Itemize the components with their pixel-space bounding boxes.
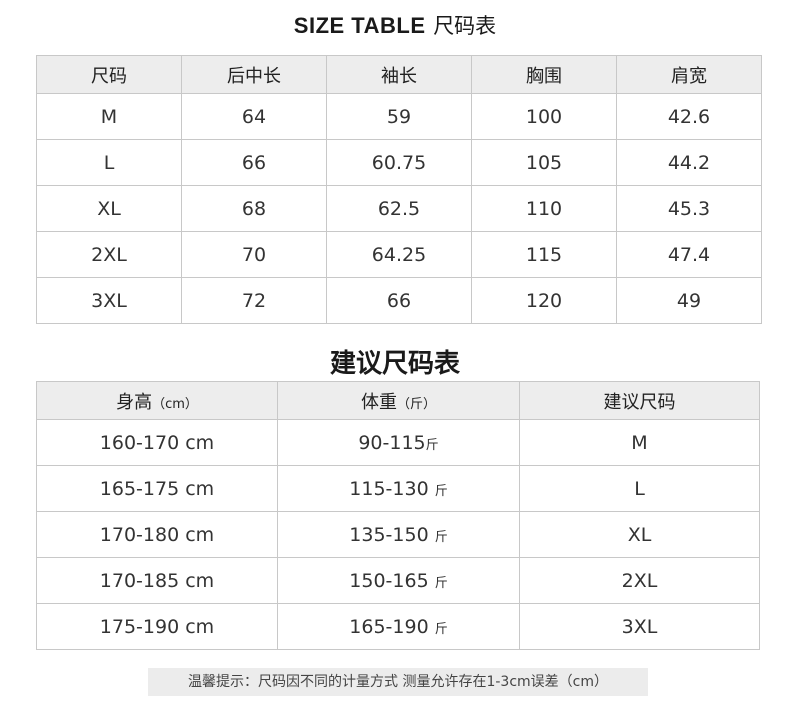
table-row: 160-170 cm 90-115斤 M (36, 419, 760, 466)
cell-back-length: 72 (181, 277, 327, 324)
cell-weight-range: 150-165 (349, 569, 435, 592)
cell-height: 175-190 cm (36, 603, 278, 650)
header-weight-unit: （斤） (396, 396, 436, 412)
cell-suggested-size: M (519, 419, 760, 466)
table-row: 175-190 cm 165-190 斤 3XL (36, 603, 760, 650)
header-size: 尺码 (36, 55, 182, 94)
cell-sleeve-length: 60.75 (326, 139, 472, 186)
header-sleeve-length: 袖长 (326, 55, 472, 94)
cell-weight-unit: 斤 (434, 621, 448, 637)
cell-weight: 135-150 斤 (277, 511, 520, 558)
cell-shoulder: 47.4 (616, 231, 762, 278)
cell-weight-unit: 斤 (434, 529, 448, 545)
table-row: M 64 59 100 42.6 (36, 93, 762, 140)
cell-back-length: 68 (181, 185, 327, 232)
cell-back-length: 64 (181, 93, 327, 140)
header-height-label: 身高 (116, 391, 153, 413)
header-suggested-size: 建议尺码 (519, 381, 760, 420)
table-row: 170-180 cm 135-150 斤 XL (36, 511, 760, 558)
cell-weight: 150-165 斤 (277, 557, 520, 604)
cell-back-length: 66 (181, 139, 327, 186)
size-table-title-en: SIZE TABLE (293, 13, 426, 38)
table-row: L 66 60.75 105 44.2 (36, 139, 762, 186)
suggest-table-header-row: 身高（cm） 体重（斤） 建议尺码 (36, 381, 760, 420)
cell-size: 2XL (36, 231, 182, 278)
cell-height: 170-185 cm (36, 557, 278, 604)
size-table-header-row: 尺码 后中长 袖长 胸围 肩宽 (36, 55, 762, 94)
cell-size: XL (36, 185, 182, 232)
cell-suggested-size: 3XL (519, 603, 760, 650)
header-height: 身高（cm） (36, 381, 278, 420)
measurement-tip-note: 温馨提示：尺码因不同的计量方式 测量允许存在1-3cm误差（cm） (148, 668, 648, 696)
header-shoulder: 肩宽 (616, 55, 762, 94)
cell-weight-range: 135-150 (349, 523, 435, 546)
cell-chest: 110 (471, 185, 617, 232)
cell-sleeve-length: 66 (326, 277, 472, 324)
cell-shoulder: 42.6 (616, 93, 762, 140)
table-row: 170-185 cm 150-165 斤 2XL (36, 557, 760, 604)
header-back-length: 后中长 (181, 55, 327, 94)
cell-sleeve-length: 62.5 (326, 185, 472, 232)
cell-weight-range: 165-190 (349, 615, 435, 638)
cell-shoulder: 44.2 (616, 139, 762, 186)
cell-weight-unit: 斤 (425, 437, 439, 453)
cell-weight: 90-115斤 (277, 419, 520, 466)
size-table-title: SIZE TABLE 尺码表 (0, 10, 790, 40)
cell-weight-range: 90-115 (358, 431, 426, 454)
cell-chest: 100 (471, 93, 617, 140)
header-chest: 胸围 (471, 55, 617, 94)
cell-height: 160-170 cm (36, 419, 278, 466)
cell-sleeve-length: 64.25 (326, 231, 472, 278)
cell-size: M (36, 93, 182, 140)
cell-chest: 105 (471, 139, 617, 186)
cell-size: L (36, 139, 182, 186)
cell-weight: 115-130 斤 (277, 465, 520, 512)
cell-height: 170-180 cm (36, 511, 278, 558)
size-table: 尺码 后中长 袖长 胸围 肩宽 M 64 59 100 42.6 L 66 60… (36, 55, 762, 324)
table-row: 2XL 70 64.25 115 47.4 (36, 231, 762, 278)
cell-weight: 165-190 斤 (277, 603, 520, 650)
cell-weight-range: 115-130 (349, 477, 435, 500)
header-weight: 体重（斤） (277, 381, 520, 420)
cell-sleeve-length: 59 (326, 93, 472, 140)
cell-back-length: 70 (181, 231, 327, 278)
cell-chest: 115 (471, 231, 617, 278)
cell-suggested-size: XL (519, 511, 760, 558)
size-table-title-cn: 尺码表 (433, 14, 497, 38)
table-row: XL 68 62.5 110 45.3 (36, 185, 762, 232)
cell-shoulder: 49 (616, 277, 762, 324)
cell-chest: 120 (471, 277, 617, 324)
header-height-unit: （cm） (152, 396, 198, 412)
header-weight-label: 体重 (360, 391, 397, 413)
cell-size: 3XL (36, 277, 182, 324)
cell-suggested-size: L (519, 465, 760, 512)
table-row: 165-175 cm 115-130 斤 L (36, 465, 760, 512)
cell-weight-unit: 斤 (434, 575, 448, 591)
cell-shoulder: 45.3 (616, 185, 762, 232)
suggest-size-table: 身高（cm） 体重（斤） 建议尺码 160-170 cm 90-115斤 M 1… (36, 381, 760, 650)
table-row: 3XL 72 66 120 49 (36, 277, 762, 324)
suggest-table-title: 建议尺码表 (329, 349, 460, 379)
cell-weight-unit: 斤 (434, 483, 448, 499)
header-suggested-size-label: 建议尺码 (603, 391, 676, 413)
cell-height: 165-175 cm (36, 465, 278, 512)
cell-suggested-size: 2XL (519, 557, 760, 604)
